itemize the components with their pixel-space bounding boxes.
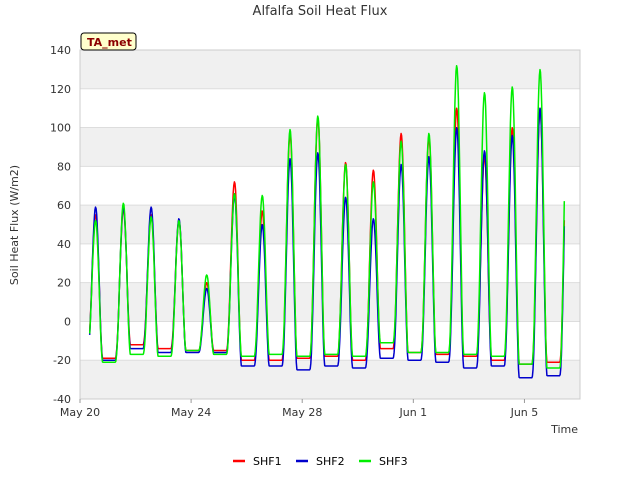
y-tick-label: 0: [64, 315, 71, 328]
grid-band: [80, 127, 580, 167]
x-tick-label: May 28: [282, 406, 322, 419]
y-tick-label: 60: [57, 199, 71, 212]
soil-heat-flux-chart: Alfalfa Soil Heat Flux -40 -20 0 20 40 60 80 10…: [8, 4, 581, 468]
y-tick-label: -20: [53, 354, 71, 367]
grid-band: [80, 50, 580, 89]
y-axis-label: Soil Heat Flux (W/m2): [8, 165, 21, 285]
legend-label-shf3: SHF3: [379, 455, 408, 468]
y-tick-label: -40: [53, 393, 71, 406]
x-axis-ticks: May 20 May 24 May 28 Jun 1 Jun 5: [60, 399, 538, 419]
x-tick-label: Jun 5: [510, 406, 539, 419]
y-axis-ticks: -40 -20 0 20 40 60 80 100 120 140: [50, 44, 71, 406]
y-tick-label: 120: [50, 83, 71, 96]
x-tick-label: May 20: [60, 406, 100, 419]
y-tick-label: 20: [57, 277, 71, 290]
ta-met-badge: TA_met: [80, 32, 137, 51]
x-tick-label: Jun 1: [398, 406, 427, 419]
y-tick-label: 80: [57, 160, 71, 173]
x-axis-label: Time: [550, 423, 578, 436]
legend-label-shf2: SHF2: [316, 455, 345, 468]
legend: SHF1 SHF2 SHF3: [233, 455, 408, 468]
x-tick-label: May 24: [171, 406, 211, 419]
grid-band: [80, 205, 580, 244]
y-tick-label: 40: [57, 238, 71, 251]
chart-title: Alfalfa Soil Heat Flux: [253, 4, 388, 19]
ta-met-label: TA_met: [87, 36, 132, 49]
legend-label-shf1: SHF1: [253, 455, 282, 468]
y-tick-label: 140: [50, 44, 71, 57]
y-tick-label: 100: [50, 122, 71, 135]
